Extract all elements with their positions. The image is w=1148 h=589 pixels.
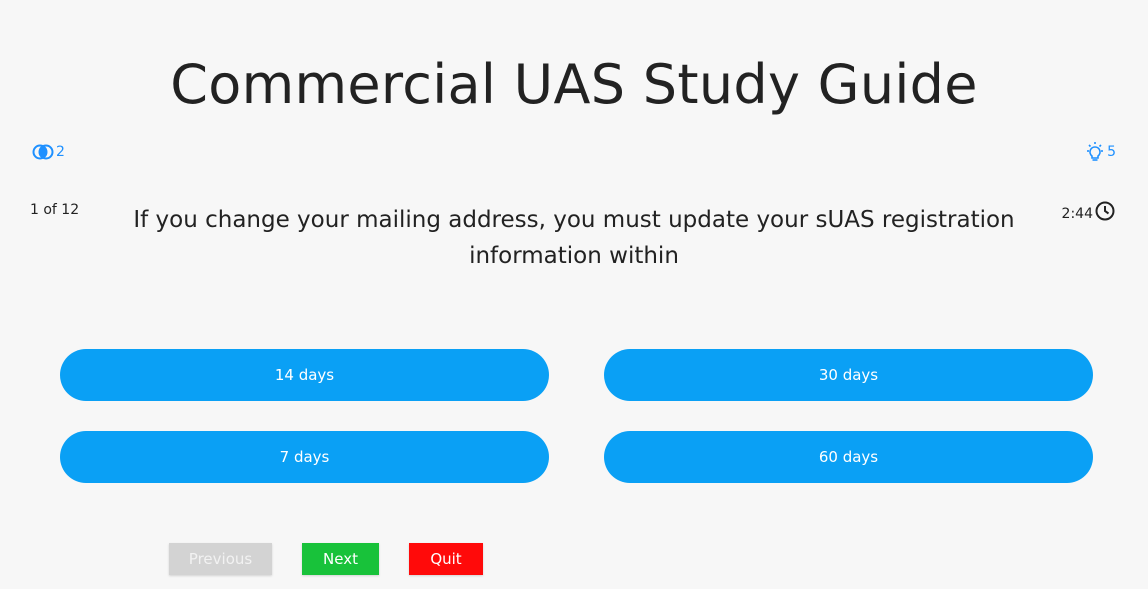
clock-icon	[1095, 201, 1115, 221]
hints-counter[interactable]: 5	[1084, 141, 1116, 163]
question-text: If you change your mailing address, you …	[133, 207, 1015, 269]
answer-option-1[interactable]: 14 days	[60, 349, 549, 401]
timer-value: 2:44	[1061, 206, 1093, 222]
lightbulb-icon	[1087, 142, 1104, 161]
lifelines-counter[interactable]: 2	[32, 143, 65, 161]
previous-button[interactable]: Previous	[169, 543, 272, 575]
quit-button[interactable]: Quit	[409, 543, 483, 575]
page-title: Commercial UAS Study Guide	[170, 53, 978, 116]
double-circle-icon	[32, 144, 54, 160]
hints-count: 5	[1107, 144, 1116, 160]
countdown-timer: 2:44	[1061, 201, 1116, 222]
answer-option-3[interactable]: 7 days	[60, 431, 549, 483]
lifelines-count: 2	[56, 144, 65, 160]
answer-option-4[interactable]: 60 days	[604, 431, 1093, 483]
answer-option-2[interactable]: 30 days	[604, 349, 1093, 401]
next-button[interactable]: Next	[302, 543, 379, 575]
question-progress: 1 of 12	[30, 202, 80, 218]
